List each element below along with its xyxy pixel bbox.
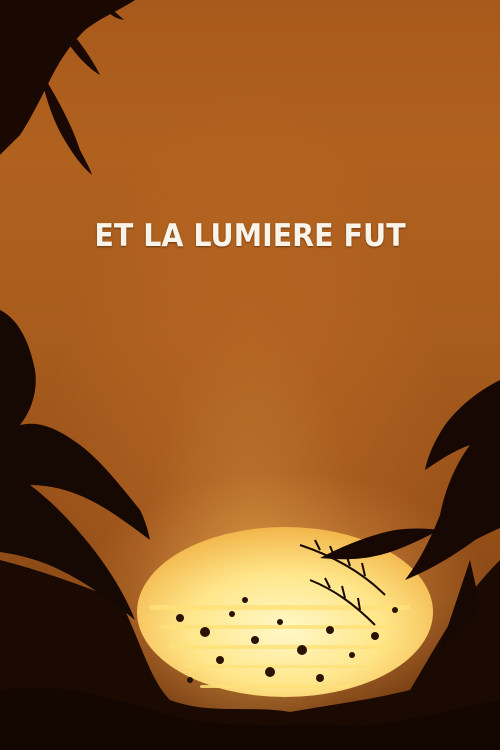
palm-top-left <box>0 0 135 175</box>
poster-scene: ET LA LUMIERE FUT <box>0 0 500 750</box>
film-title: ET LA LUMIERE FUT <box>94 218 406 254</box>
sunset-artwork <box>0 0 500 750</box>
